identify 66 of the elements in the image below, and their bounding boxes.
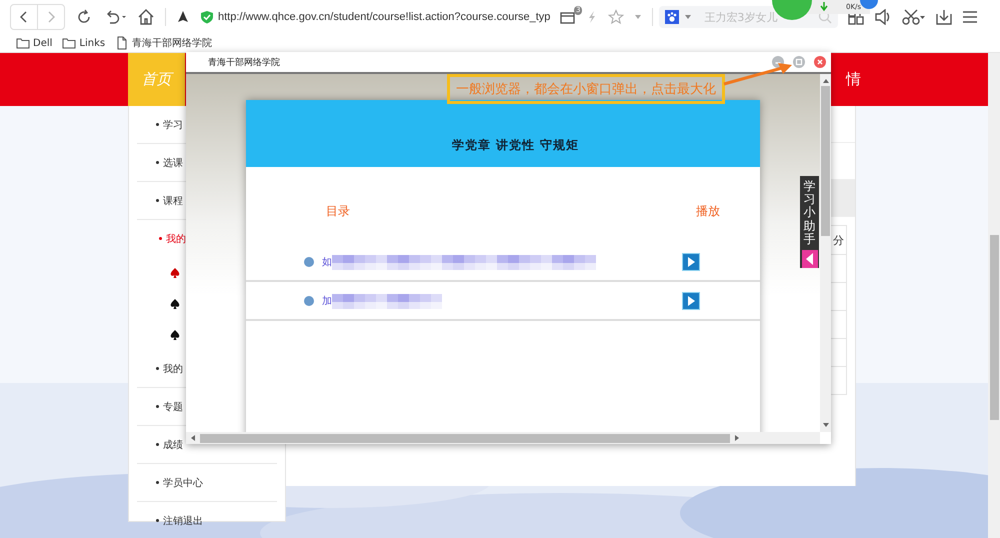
window-title: 青海干部网络学院 — [208, 56, 280, 68]
sidebar-item[interactable]: 我的 — [166, 232, 186, 246]
menu-icon[interactable] — [962, 10, 978, 24]
play-icon[interactable] — [682, 292, 700, 310]
paw-icon[interactable] — [665, 10, 680, 24]
column-header: 目录 — [326, 203, 350, 220]
scissors-icon[interactable] — [902, 9, 926, 25]
arrow-left-icon[interactable] — [802, 250, 818, 268]
bullet-icon — [156, 123, 159, 126]
bullet-icon — [156, 161, 159, 164]
arrow-down-icon — [820, 2, 828, 12]
bookmark[interactable]: Links — [62, 36, 106, 50]
page-icon — [115, 36, 130, 50]
bookmark[interactable]: Dell — [16, 36, 52, 50]
address-bar[interactable]: http://www.qhce.gov.cn/student/course!list.action?course.course_typ — [218, 11, 550, 23]
bookmark[interactable]: 青海干部网络学院 — [115, 36, 212, 50]
bullet-icon — [156, 199, 159, 202]
helper-tab[interactable]: 学习小助手 — [800, 176, 819, 268]
rocket-icon — [176, 10, 190, 24]
download-icon[interactable] — [936, 9, 952, 25]
scroll-right-icon[interactable] — [734, 434, 740, 442]
bullet-icon — [156, 519, 159, 522]
spade-icon[interactable] — [170, 330, 180, 340]
home-icon[interactable] — [137, 8, 155, 26]
sidebar-item[interactable]: 学员中心 — [163, 476, 203, 490]
play-icon[interactable] — [682, 252, 700, 270]
scroll-down-icon[interactable] — [822, 422, 830, 428]
close-icon[interactable] — [814, 56, 826, 68]
star-icon[interactable] — [608, 9, 624, 25]
bullet-icon — [156, 481, 159, 484]
scrollbar-thumb[interactable] — [821, 86, 830, 236]
annotation-callout: 一般浏览器，都会在小窗口弹出，点击最大化 — [447, 74, 725, 104]
info-icon — [860, 0, 878, 10]
nav-label[interactable]: 情 — [846, 70, 861, 89]
sidebar-item[interactable]: 学习 — [163, 118, 183, 132]
scroll-up-icon[interactable] — [822, 78, 830, 84]
scrollbar[interactable] — [186, 432, 820, 444]
folder-icon — [16, 36, 30, 50]
sidebar-item[interactable]: 选课 — [163, 156, 183, 170]
scrollbar[interactable] — [988, 53, 1000, 538]
sidebar-item[interactable]: 成绩 — [163, 438, 183, 452]
sidebar-item[interactable]: 我的 — [163, 362, 183, 376]
bullet-icon — [304, 296, 314, 306]
window-icon[interactable] — [560, 10, 576, 24]
column-header: 播放 — [696, 203, 720, 220]
lesson-link[interactable]: 如 — [322, 254, 332, 268]
search-engine-selector[interactable] — [659, 6, 700, 28]
folder-icon — [62, 36, 76, 50]
lesson-link[interactable]: 加 — [322, 294, 332, 308]
sidebar-item[interactable]: 专题 — [163, 400, 183, 414]
bullet-icon — [156, 443, 159, 446]
sidebar-item[interactable]: 注销退出 — [163, 514, 203, 528]
scrollbar[interactable] — [820, 74, 831, 432]
table-header: 分 — [832, 232, 845, 248]
sidebar-item[interactable]: 课程 — [163, 194, 183, 208]
bullet-icon — [156, 405, 159, 408]
spade-icon[interactable] — [170, 298, 180, 308]
card-title: 学党章 讲党性 守规矩 — [452, 137, 580, 154]
bullet-icon — [156, 367, 159, 370]
scrollbar-thumb[interactable] — [200, 434, 730, 442]
scroll-left-icon[interactable] — [190, 434, 196, 442]
scrollbar-thumb[interactable] — [990, 235, 999, 420]
shield-icon — [200, 10, 214, 24]
bullet-icon — [159, 237, 162, 240]
bullet-icon — [304, 256, 314, 266]
arrow-icon — [722, 60, 794, 88]
